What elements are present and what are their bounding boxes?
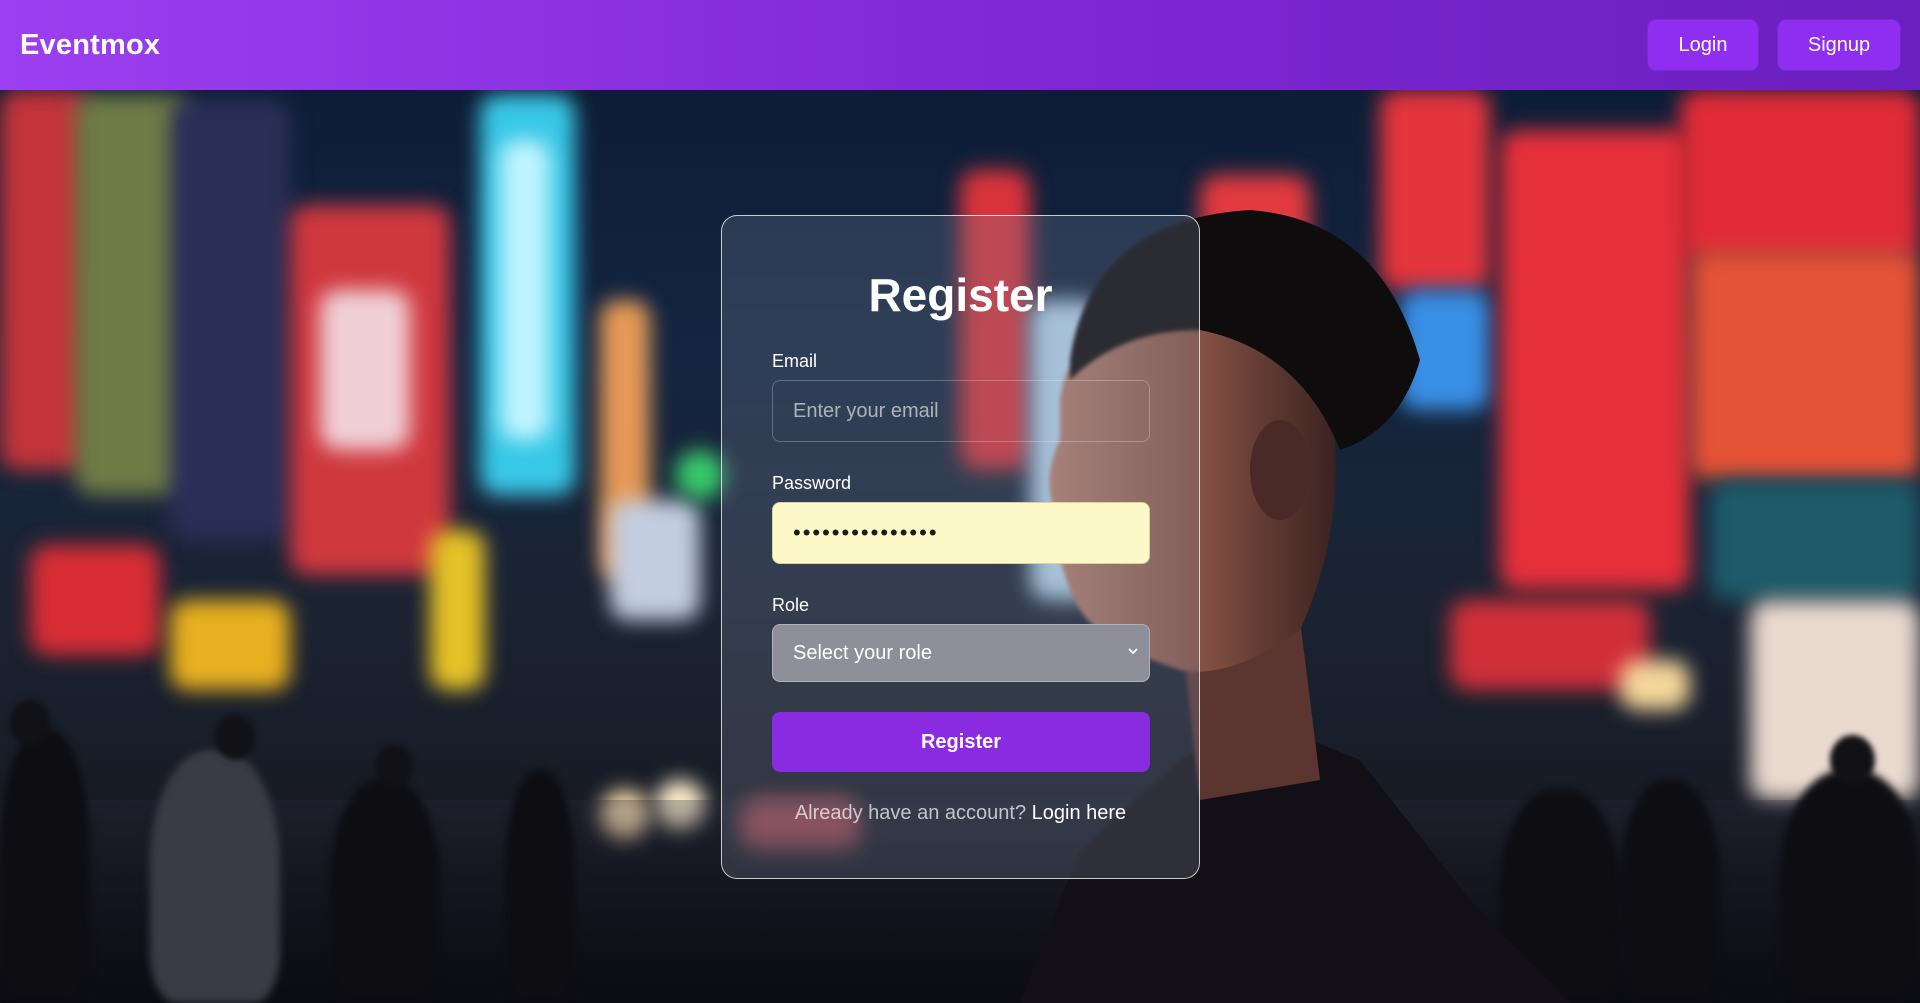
- login-prompt: Already have an account? Login here: [772, 802, 1149, 825]
- brand-logo[interactable]: Eventmox: [20, 29, 160, 62]
- password-value: •••••••••••••••: [793, 520, 939, 545]
- chevron-down-icon: [1128, 648, 1138, 655]
- password-field[interactable]: •••••••••••••••: [772, 502, 1150, 564]
- register-button[interactable]: Register: [772, 712, 1150, 772]
- email-field[interactable]: [772, 380, 1150, 442]
- login-button[interactable]: Login: [1648, 20, 1758, 70]
- login-here-link[interactable]: Login here: [1032, 802, 1127, 824]
- login-prompt-text: Already have an account?: [794, 802, 1027, 824]
- password-label: Password: [772, 473, 852, 493]
- top-navbar: Eventmox Login Signup: [0, 0, 1920, 90]
- role-select-value: Select your role: [772, 624, 1150, 682]
- email-label: Email: [772, 351, 818, 371]
- signup-button[interactable]: Signup: [1778, 20, 1900, 70]
- role-select[interactable]: Select your role: [772, 624, 1150, 682]
- role-label: Role: [772, 595, 810, 615]
- register-card: Register Email Password ••••••••••••••• …: [721, 215, 1200, 879]
- form-title: Register: [868, 269, 1053, 321]
- nav-actions: Login Signup: [1648, 20, 1900, 70]
